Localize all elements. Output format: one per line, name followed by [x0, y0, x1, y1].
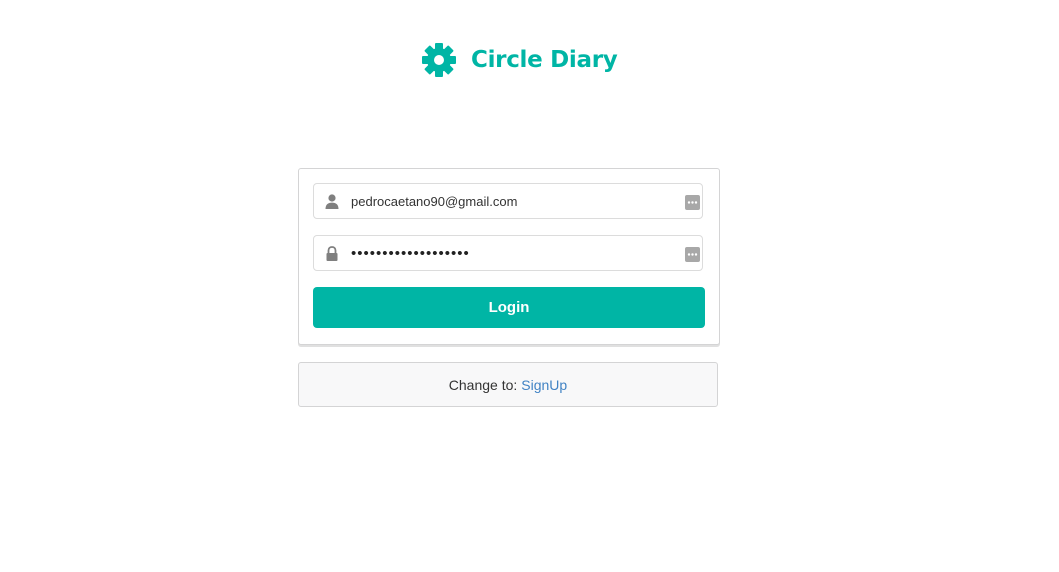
email-value: pedrocaetano90@gmail.com	[351, 194, 518, 209]
switch-mode-prefix: Change to:	[448, 376, 518, 393]
lock-icon	[326, 246, 338, 261]
password-manager-icon[interactable]	[685, 247, 700, 262]
brand-header: Circle Diary	[421, 42, 618, 78]
email-field[interactable]: pedrocaetano90@gmail.com	[313, 183, 703, 219]
user-icon	[325, 194, 339, 209]
signup-link[interactable]: SignUp	[521, 377, 567, 393]
password-field[interactable]: •••••••••••••••••••	[313, 235, 703, 271]
switch-mode-message: Change to: SignUp	[298, 362, 718, 407]
password-value: •••••••••••••••••••	[351, 245, 470, 262]
app-title: Circle Diary	[471, 47, 618, 73]
gear-icon	[422, 43, 456, 77]
login-card: pedrocaetano90@gmail.com •••••••••••••••…	[298, 168, 720, 345]
password-manager-icon[interactable]	[685, 195, 700, 210]
login-button[interactable]: Login	[313, 287, 705, 328]
